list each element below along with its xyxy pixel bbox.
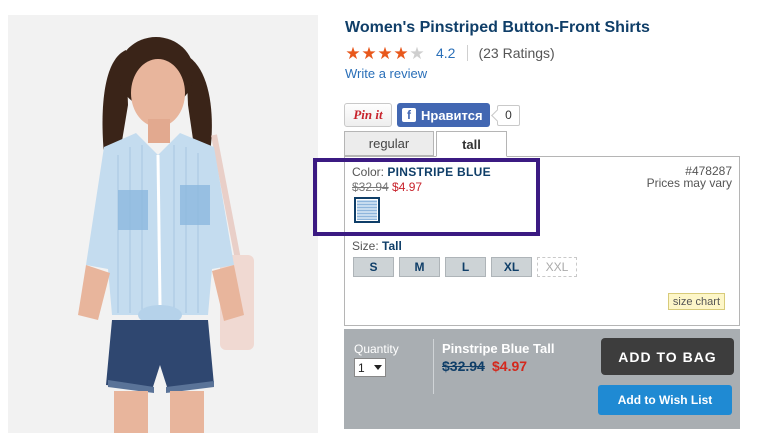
quantity-value: 1	[358, 360, 365, 375]
size-button-xl[interactable]: XL	[491, 257, 532, 277]
facebook-like-label: Нравится	[421, 107, 483, 123]
highlight-box	[313, 158, 540, 236]
fit-tabs: regular tall	[344, 131, 507, 157]
quantity-label: Quantity	[354, 342, 399, 356]
star-filled-icon: ★	[393, 43, 409, 63]
facebook-like-count: 0	[497, 104, 520, 126]
size-button-l[interactable]: L	[445, 257, 486, 277]
rating-count: (23 Ratings)	[478, 45, 555, 61]
selected-item-name: Pinstripe Blue Tall	[442, 341, 555, 356]
size-chart-button[interactable]: size chart	[667, 293, 725, 310]
add-to-bag-button[interactable]: ADD TO BAG	[601, 338, 734, 375]
size-label: Size: Tall	[352, 239, 402, 253]
rating-stars[interactable]: ★ ★ ★ ★ ★	[345, 45, 425, 62]
selected-original-price: $32.94	[442, 358, 485, 374]
quantity-select[interactable]: 1	[354, 358, 386, 377]
pinterest-pin-button[interactable]: Pin it	[344, 103, 392, 127]
product-image[interactable]	[8, 15, 318, 433]
write-review-link[interactable]: Write a review	[345, 66, 427, 81]
purchase-divider	[433, 339, 434, 394]
facebook-icon: f	[402, 108, 416, 122]
purchase-bar: Quantity 1 Pinstripe Blue Tall $32.94 $4…	[344, 329, 740, 429]
size-label-prefix: Size:	[352, 239, 383, 253]
product-photo-illustration	[8, 15, 318, 433]
star-filled-icon: ★	[345, 43, 361, 63]
prices-may-vary-note: Prices may vary	[646, 176, 732, 190]
size-options: S M L XL XXL	[353, 257, 582, 277]
size-button-m[interactable]: M	[399, 257, 440, 277]
facebook-like-button[interactable]: f Нравится	[397, 103, 490, 127]
product-title: Women's Pinstriped Button-Front Shirts	[345, 19, 650, 36]
size-value: Tall	[382, 239, 402, 253]
size-button-s[interactable]: S	[353, 257, 394, 277]
star-filled-icon: ★	[361, 43, 377, 63]
rating-row: ★ ★ ★ ★ ★ 4.2 (23 Ratings)	[345, 44, 555, 62]
chevron-down-icon	[374, 365, 382, 370]
rating-divider	[467, 45, 469, 61]
add-to-wishlist-button[interactable]: Add to Wish List	[598, 385, 732, 415]
size-button-xxl: XXL	[537, 257, 577, 277]
social-buttons: Pin it f Нравится 0	[344, 103, 520, 127]
tab-regular[interactable]: regular	[344, 131, 434, 156]
star-empty-icon: ★	[409, 43, 425, 63]
star-filled-icon: ★	[377, 43, 393, 63]
rating-value[interactable]: 4.2	[436, 45, 455, 61]
tab-tall[interactable]: tall	[436, 131, 507, 157]
selected-sale-price: $4.97	[492, 358, 528, 374]
